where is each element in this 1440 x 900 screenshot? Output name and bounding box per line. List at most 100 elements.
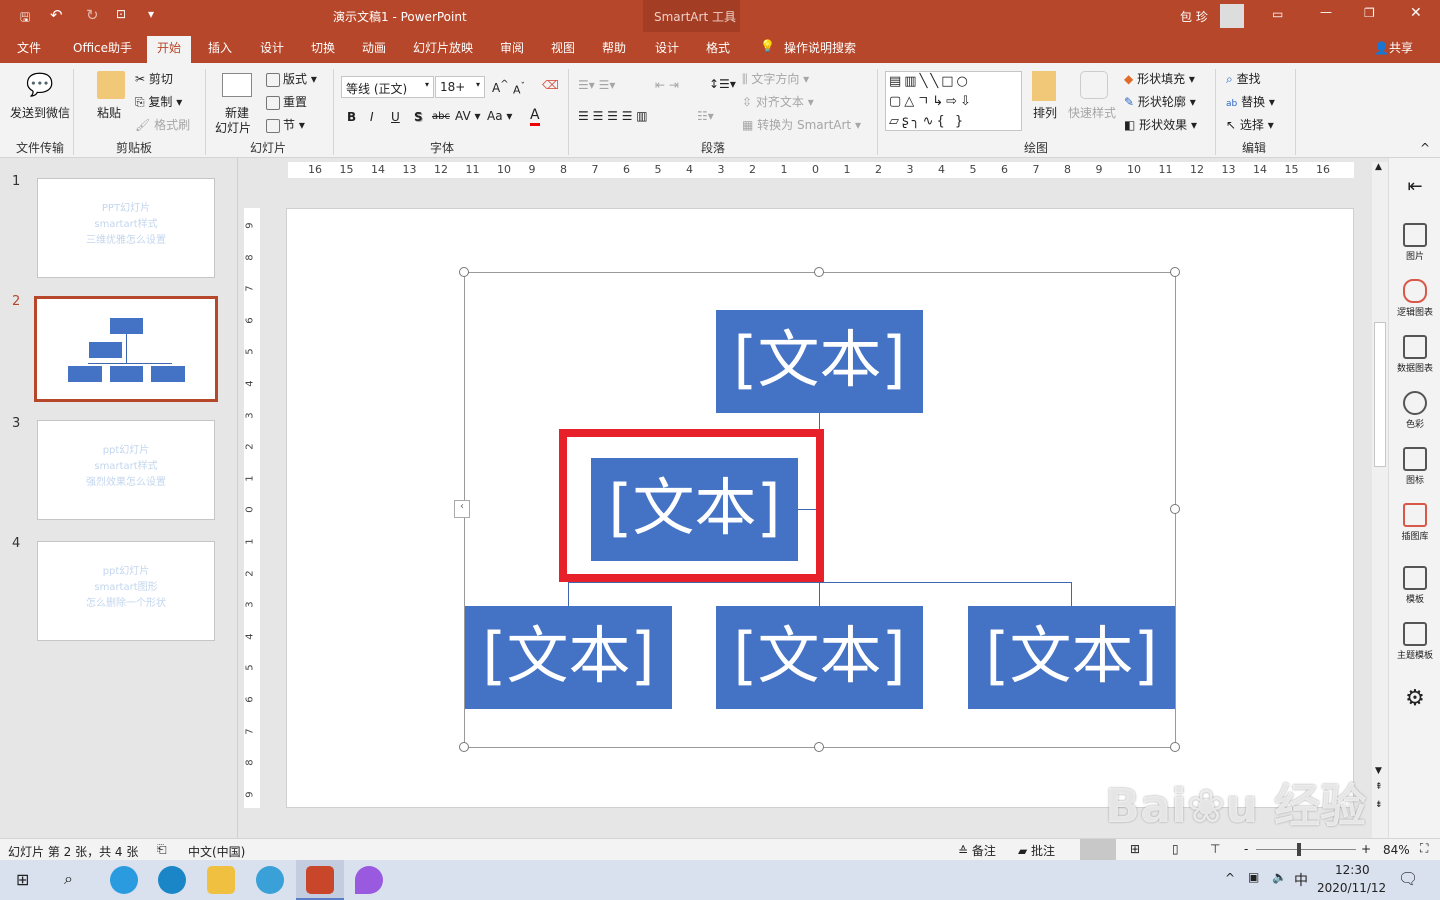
tab-smartart-format[interactable]: 格式 (706, 39, 730, 56)
fit-slide-icon[interactable]: ⛶ (1420, 841, 1428, 856)
new-slide-button-2[interactable]: 幻灯片 (215, 119, 251, 136)
arrange-button[interactable]: 排列 (1033, 104, 1057, 121)
powerpoint-taskbar-button[interactable] (296, 860, 344, 900)
slide-thumbnail-1[interactable]: PPT幻灯片 smartart样式 三维优雅怎么设置 (37, 178, 215, 278)
browser-icon[interactable] (256, 866, 284, 894)
settings-gear-icon[interactable]: ⚙ (1389, 686, 1440, 711)
horizontal-ruler[interactable]: 16 15 14 13 12 11 10 9 8 7 6 5 4 3 2 1 0 1 2 3 4 5 6 7 8 9 10 11 12 1… (288, 162, 1354, 178)
tab-insert[interactable]: 插入 (208, 39, 232, 56)
align-text-button[interactable]: ⇳ 对齐文本 ▾ (742, 93, 814, 110)
columns-icon[interactable]: ☷▾ (697, 109, 714, 123)
indent-icon[interactable]: ⇤ ⇥ (655, 78, 679, 92)
resize-handle[interactable] (1170, 504, 1180, 514)
align-icons[interactable]: ☰ ☰ ☰ ☰ ▥ (578, 109, 648, 123)
panel-item-picture[interactable]: 图片 (1389, 223, 1440, 262)
bullets-icon[interactable]: ☰▾ ☰▾ (578, 78, 615, 92)
comments-button[interactable]: ▰ 批注 (1018, 842, 1055, 859)
reading-view-button[interactable]: ▯ (1172, 842, 1179, 856)
resize-handle[interactable] (814, 742, 824, 752)
scroll-down-icon[interactable]: ▼ (1375, 766, 1382, 776)
replace-button[interactable]: ab 替换 ▾ (1226, 93, 1275, 110)
smartart-shape-bottom-2[interactable]: [文本] (716, 606, 923, 709)
resize-handle[interactable] (459, 742, 469, 752)
zoom-slider[interactable] (1256, 849, 1356, 850)
ime-indicator[interactable]: 中 (1294, 870, 1308, 890)
notes-button[interactable]: ≙ 备注 (958, 842, 996, 859)
strikethrough-button[interactable]: abc (432, 111, 450, 122)
resize-handle[interactable] (459, 267, 469, 277)
tab-file[interactable]: 文件 (17, 39, 41, 56)
slide-thumbnail-3[interactable]: ppt幻灯片 smartart样式 强烈效果怎么设置 (37, 420, 215, 520)
clock-date[interactable]: 2020/11/12 (1317, 881, 1386, 895)
user-name[interactable]: 包 珍 (1180, 8, 1208, 25)
shadow-button[interactable]: S (414, 110, 423, 124)
language-status[interactable]: 中文(中国) (188, 843, 245, 860)
char-spacing-button[interactable]: AV ▾ (455, 109, 481, 123)
paste-button[interactable]: 粘贴 (97, 104, 121, 121)
zoom-out-button[interactable]: - (1244, 842, 1248, 856)
increase-font-icon[interactable]: A^ (492, 79, 509, 95)
tab-design[interactable]: 设计 (260, 39, 284, 56)
font-color-button[interactable]: A (530, 107, 540, 126)
file-explorer-icon[interactable] (207, 866, 235, 894)
cut-button[interactable]: ✂ 剪切 (135, 70, 173, 87)
scroll-up-icon[interactable]: ▲ (1375, 162, 1382, 172)
tab-office-helper[interactable]: Office助手 (73, 39, 132, 56)
send-wechat-button[interactable]: 发送到微信 (10, 104, 70, 121)
find-button[interactable]: ⌕ 查找 (1226, 70, 1261, 87)
smartart-shape-bottom-1[interactable]: [文本] (465, 606, 672, 709)
tell-me-search[interactable]: 操作说明搜索 (784, 39, 856, 56)
font-size-select[interactable]: 18+ ▾ (435, 76, 485, 98)
share-button[interactable]: 👤共享 (1374, 39, 1413, 56)
tab-view[interactable]: 视图 (551, 39, 575, 56)
tab-slideshow[interactable]: 幻灯片放映 (413, 39, 473, 56)
close-icon[interactable]: ✕ (1410, 5, 1422, 21)
change-case-button[interactable]: Aa ▾ (487, 109, 512, 123)
shape-outline-button[interactable]: ✎ 形状轮廓 ▾ (1124, 93, 1196, 110)
collapse-panel-icon[interactable]: ⇤ (1389, 176, 1440, 197)
panel-item-color[interactable]: 色彩 (1389, 391, 1440, 430)
presenter-icon[interactable]: ⊡ (116, 7, 126, 21)
panel-item-data-chart[interactable]: 数据图表 (1389, 335, 1440, 374)
vertical-ruler[interactable]: 9 8 7 6 5 4 3 2 1 0 1 2 3 4 5 6 7 8 9 (244, 208, 260, 808)
slide-thumbnail-4[interactable]: ppt幻灯片 smartart图形 怎么删除一个形状 (37, 541, 215, 641)
resize-handle[interactable] (1170, 267, 1180, 277)
shape-fill-button[interactable]: ◆ 形状填充 ▾ (1124, 70, 1195, 87)
tab-animations[interactable]: 动画 (362, 39, 386, 56)
tray-expand-icon[interactable]: ^ (1225, 871, 1235, 885)
tab-transitions[interactable]: 切换 (311, 39, 335, 56)
save-icon[interactable]: 🖫 (20, 8, 30, 29)
customize-qat-icon[interactable]: ▾ (148, 7, 154, 21)
decrease-font-icon[interactable]: Aˇ (513, 81, 525, 97)
notification-icon[interactable]: 🗨 (1398, 869, 1418, 888)
bold-button[interactable]: B (347, 110, 356, 124)
convert-smartart-button[interactable]: ▦ 转换为 SmartArt ▾ (742, 116, 861, 133)
tab-home[interactable]: 开始 (147, 36, 192, 63)
reset-button[interactable]: 重置 (266, 93, 307, 110)
search-icon[interactable]: ⌕ (64, 869, 73, 889)
tab-smartart-design[interactable]: 设计 (655, 39, 679, 56)
clear-format-icon[interactable]: ⌫ (542, 78, 559, 92)
undo-icon[interactable]: ↶ (50, 6, 63, 24)
layout-button[interactable]: 版式 ▾ (266, 70, 317, 87)
avatar[interactable] (1220, 4, 1244, 28)
line-spacing-icon[interactable]: ↕☰▾ (709, 77, 736, 91)
slideshow-view-button[interactable]: ⊤ (1210, 842, 1220, 856)
panel-item-icons[interactable]: 图标 (1389, 447, 1440, 486)
panel-item-logic-chart[interactable]: 逻辑图表 (1389, 279, 1440, 318)
smartart-shape-top[interactable]: [文本] (716, 310, 923, 413)
resize-handle[interactable] (1170, 742, 1180, 752)
app-icon[interactable] (355, 866, 383, 894)
italic-button[interactable]: I (370, 110, 374, 124)
smartart-shape-bottom-3[interactable]: [文本] (968, 606, 1175, 709)
quick-styles-button[interactable]: 快速样式 (1068, 104, 1116, 121)
zoom-slider-thumb[interactable] (1297, 843, 1301, 856)
redo-icon[interactable]: ↻ (86, 6, 99, 24)
edge-icon[interactable] (158, 866, 186, 894)
collapse-ribbon-icon[interactable]: ^ (1420, 141, 1430, 155)
copy-button[interactable]: ⎘ 复制 ▾ (135, 93, 182, 110)
zoom-level[interactable]: 84% (1383, 843, 1410, 857)
ribbon-display-icon[interactable]: ▭ (1272, 7, 1283, 21)
font-name-select[interactable]: 等线 (正文) ▾ (341, 76, 434, 98)
volume-icon[interactable]: 🔈 (1272, 870, 1287, 884)
